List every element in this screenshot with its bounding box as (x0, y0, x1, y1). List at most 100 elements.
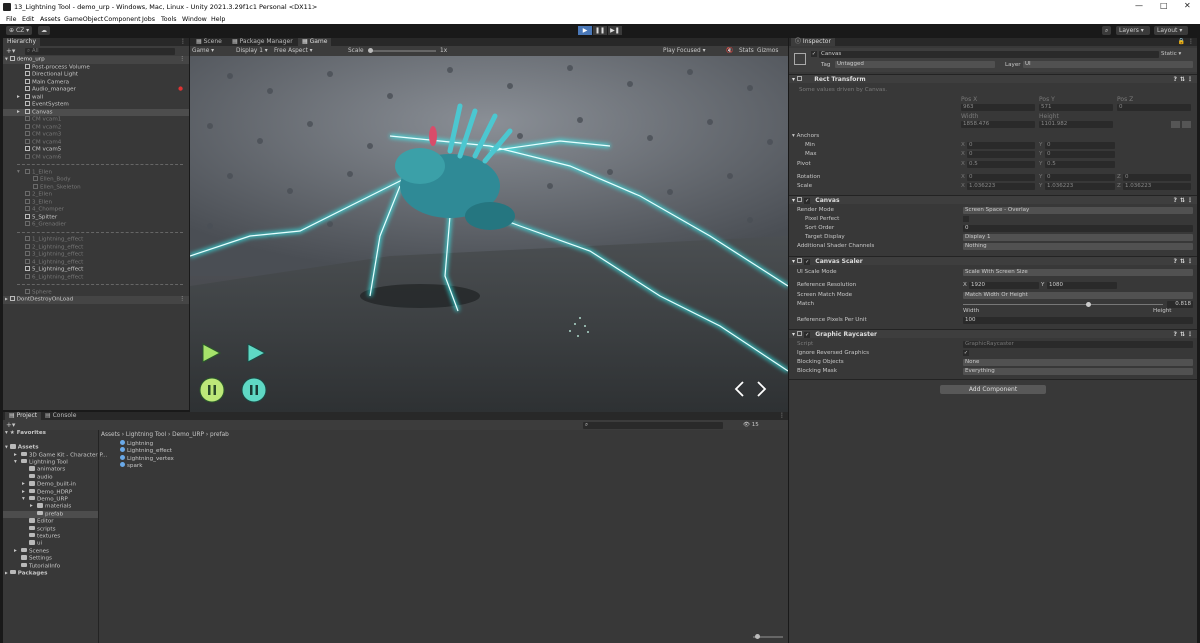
aspect-dropdown[interactable]: Free Aspect ▾ (274, 46, 313, 56)
scaler-menu-icon[interactable]: ⋮ (1187, 257, 1193, 266)
search-icon[interactable]: ⌕ (1102, 26, 1112, 35)
packages-row[interactable]: ▸ Packages (3, 569, 98, 578)
game-mode-dropdown[interactable]: Game ▾ (192, 46, 214, 56)
breadcrumb-assets[interactable]: Assets (101, 432, 120, 438)
hierarchy-item[interactable]: CM vcam3 (3, 131, 189, 139)
dontdestroy-menu-icon[interactable]: ⋮ (179, 296, 185, 304)
inspector-more-icon[interactable]: ⋮ (1188, 38, 1194, 45)
lock-icon[interactable]: 🔒 (1178, 38, 1185, 45)
project-folder[interactable]: audio (3, 473, 98, 482)
hierarchy-item[interactable]: Main Camera (3, 78, 189, 87)
menu-help[interactable]: Help (211, 16, 225, 23)
project-folder[interactable]: animators (3, 466, 98, 474)
scaler-help-icon[interactable]: ? (1174, 257, 1177, 266)
expand-arrow-icon[interactable]: ▾ (22, 496, 25, 504)
pos-y-field[interactable]: 571 (1039, 104, 1113, 111)
gizmos-button[interactable]: Gizmos (757, 46, 778, 56)
hierarchy-item[interactable]: Audio_manager ● (3, 86, 189, 94)
raycaster-toggle[interactable]: ✓ (804, 332, 811, 338)
tab-hierarchy[interactable]: Hierarchy (3, 38, 41, 46)
project-folder[interactable]: ui (3, 540, 98, 548)
pos-x-field[interactable]: 963 (961, 104, 1035, 111)
hierarchy-item[interactable]: Ellen_Skeleton (3, 183, 189, 192)
hierarchy-item[interactable]: ▾ 1_Ellen (3, 168, 189, 177)
width-field[interactable]: 1858.476 (961, 121, 1035, 128)
step-button[interactable]: ▶❚ (608, 26, 622, 35)
scene-row[interactable]: ▾ demo_urp ⋮ (3, 56, 189, 64)
menu-edit[interactable]: Edit (22, 16, 34, 23)
expand-arrow-icon[interactable]: ▸ (14, 548, 17, 556)
raw-edit-button[interactable] (1182, 121, 1191, 128)
rot-z-field[interactable]: 0 (1123, 173, 1191, 181)
play-icon-green[interactable] (200, 342, 222, 364)
match-slider-handle[interactable] (1086, 301, 1091, 307)
canvas-enabled-toggle[interactable]: ✓ (804, 198, 811, 204)
hierarchy-item[interactable]: 6_Grenadier (3, 221, 189, 229)
play-icon-teal[interactable] (245, 342, 267, 364)
hierarchy-item[interactable]: CM vcam1 (3, 116, 189, 124)
tab-inspector[interactable]: ⓘ Inspector (791, 38, 835, 46)
game-viewport[interactable] (190, 56, 788, 412)
hierarchy-item[interactable]: ▸ Canvas (3, 108, 189, 117)
pos-z-field[interactable]: 0 (1117, 104, 1191, 111)
hierarchy-item[interactable]: Ellen_Body (3, 176, 189, 184)
project-add-icon[interactable]: +▾ (6, 421, 15, 429)
graphic-raycaster-header[interactable]: ▾ ✓ Graphic Raycaster ? ⇅ ⋮ (789, 329, 1197, 338)
ref-ppu-field[interactable]: 100 (963, 316, 1193, 324)
pivot-y-field[interactable]: 0.5 (1045, 160, 1115, 168)
project-folder[interactable]: ▾ Demo_URP (3, 495, 98, 504)
project-search[interactable]: ⌕ (583, 421, 723, 429)
project-more-icon[interactable]: ⋮ (779, 412, 785, 419)
canvas-header[interactable]: ▾ ✓ Canvas ? ⇅ ⋮ (789, 195, 1197, 204)
hierarchy-item[interactable]: Post-process Volume (3, 63, 189, 72)
hierarchy-item[interactable]: 1_Lightning_effect (3, 236, 189, 244)
menu-tools[interactable]: Tools (161, 16, 177, 23)
pivot-x-field[interactable]: 0.5 (967, 160, 1035, 168)
stats-button[interactable]: Stats (739, 46, 754, 56)
hierarchy-item[interactable]: ▸ wall (3, 93, 189, 102)
blocking-objects-dropdown[interactable]: None (963, 358, 1193, 366)
hierarchy-item[interactable]: 6_Lightning_effect (3, 273, 189, 282)
project-folder[interactable]: ▾ Lightning Tool (3, 458, 98, 467)
expand-arrow-icon[interactable]: ▸ (30, 503, 33, 511)
hierarchy-item[interactable]: CM vcam4 (3, 138, 189, 147)
menu-jobs[interactable]: Jobs (142, 16, 155, 23)
scale-y-field[interactable]: 1.036223 (1045, 182, 1115, 190)
tab-project[interactable]: ▤ Project (5, 412, 42, 420)
next-arrow-icon[interactable] (755, 381, 767, 397)
pixel-perfect-toggle[interactable] (963, 216, 969, 222)
play-button[interactable]: ▶ (578, 26, 592, 35)
pause-icon-green[interactable] (199, 377, 225, 403)
layer-dropdown[interactable]: UI (1023, 61, 1193, 68)
menu-window[interactable]: Window (182, 16, 207, 23)
close-icon[interactable]: ✕ (1184, 1, 1191, 10)
breadcrumb-lightning-tool[interactable]: Lightning Tool (126, 432, 166, 438)
min-x-field[interactable]: 0 (967, 141, 1035, 149)
project-folder[interactable]: TutorialInfo (3, 562, 98, 571)
project-folder[interactable]: Editor (3, 518, 98, 526)
project-folder[interactable]: ▸ Demo_built-in (3, 481, 98, 489)
ref-y-field[interactable]: 1080 (1047, 281, 1117, 289)
hierarchy-item[interactable]: Directional Light (3, 71, 189, 79)
tab-package-manager[interactable]: ▦ Package Manager (228, 38, 297, 46)
ui-scale-dropdown[interactable]: Scale With Screen Size (963, 268, 1193, 276)
project-folder[interactable]: ▸ materials (3, 503, 98, 511)
expand-arrow-icon[interactable]: ▸ (14, 452, 17, 460)
blueprint-mode-button[interactable] (1171, 121, 1180, 128)
ref-x-field[interactable]: 1920 (969, 281, 1039, 289)
project-folder[interactable]: scripts (3, 525, 98, 534)
expand-arrow-icon[interactable]: ▸ (17, 109, 20, 117)
hierarchy-item[interactable]: EventSystem (3, 101, 189, 109)
expand-arrow-icon[interactable]: ▸ (17, 94, 20, 102)
project-folder[interactable]: ▸ 3D Game Kit - Character P... (3, 451, 107, 460)
scale-z-field[interactable]: 1.036223 (1123, 182, 1191, 190)
expand-arrow-icon[interactable]: ▸ (22, 481, 25, 489)
breadcrumb-demo-urp[interactable]: Demo_URP (172, 432, 204, 438)
expand-arrow-icon[interactable]: ▾ (14, 459, 17, 467)
tab-console[interactable]: ▤ Console (41, 412, 80, 420)
mute-icon[interactable]: 🔇 (726, 46, 733, 56)
menu-component[interactable]: Component (104, 16, 141, 23)
hierarchy-item[interactable]: 3_Ellen (3, 198, 189, 207)
raycaster-help-icon[interactable]: ? (1174, 330, 1177, 339)
scaler-settings-icon[interactable]: ⇅ (1180, 257, 1185, 266)
